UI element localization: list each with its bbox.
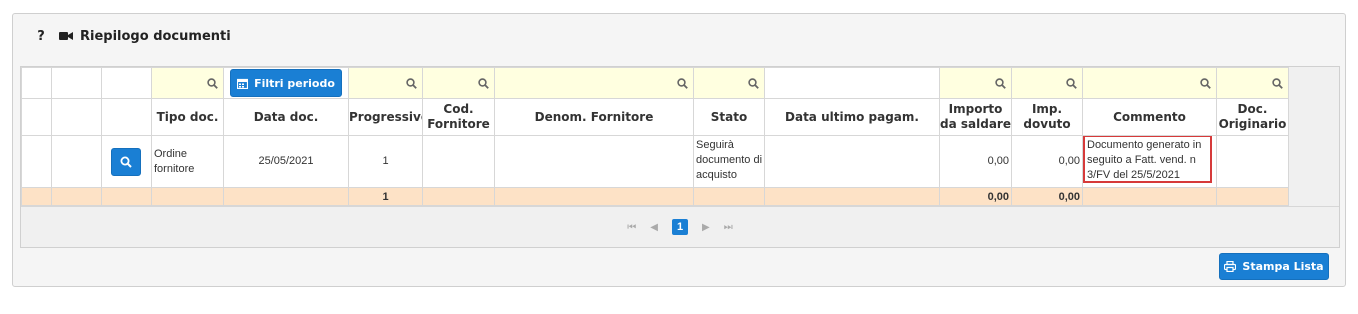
help-icon[interactable]: ? [35, 29, 47, 44]
filter-cell-empty [51, 67, 102, 99]
row-cell-empty [21, 135, 52, 188]
panel-title: Riepilogo documenti [80, 28, 231, 44]
last-page-button[interactable]: ⏭ [724, 222, 733, 233]
column-header-importo-da-saldare[interactable]: Importo da saldare [939, 98, 1012, 136]
magnifier-icon[interactable] [1272, 78, 1283, 90]
filter-importo-da-saldare[interactable] [939, 67, 1012, 99]
total-cell-empty [223, 187, 349, 206]
filter-commento[interactable] [1082, 67, 1217, 99]
pagination: ⏮ ◀ 1 ▶ ⏭ [21, 206, 1339, 247]
cell-doc-originario [1216, 135, 1289, 188]
filter-data-ultimo-pagam [764, 67, 940, 99]
next-page-button[interactable]: ▶ [702, 222, 710, 233]
total-cell-empty [693, 187, 765, 206]
cell-tipo-doc: Ordine fornitore [151, 135, 224, 188]
magnifier-icon[interactable] [677, 78, 688, 90]
cell-cod-fornitore [422, 135, 495, 188]
filter-cell-empty [101, 67, 152, 99]
prev-page-button[interactable]: ◀ [650, 222, 658, 233]
printer-icon [1224, 261, 1237, 272]
total-cell-empty [1216, 187, 1289, 206]
calendar-icon [237, 78, 249, 89]
cell-data-doc: 25/05/2021 [223, 135, 349, 188]
highlighted-comment: Documento generato in seguito a Fatt. ve… [1083, 136, 1212, 183]
view-document-button[interactable] [111, 147, 141, 176]
header-row: Tipo doc. Data doc. Progressivo Cod. For… [21, 98, 1289, 136]
total-cell-empty [151, 187, 224, 206]
cell-data-ultimo-pagam [764, 135, 940, 188]
column-header-progressivo[interactable]: Progressivo [348, 98, 423, 136]
cell-denom-fornitore [494, 135, 694, 188]
filter-progressivo[interactable] [348, 67, 423, 99]
magnifier-icon[interactable] [207, 78, 218, 90]
filter-doc-originario[interactable] [1216, 67, 1289, 99]
column-header-imp-dovuto[interactable]: Imp. dovuto [1011, 98, 1083, 136]
cell-progressivo: 1 [348, 135, 423, 188]
cell-imp-dovuto: 0,00 [1011, 135, 1083, 188]
total-cell-empty [764, 187, 940, 206]
total-cell-empty [494, 187, 694, 206]
filter-cod-fornitore[interactable] [422, 67, 495, 99]
filter-tipo-doc[interactable] [151, 67, 224, 99]
filter-period-button[interactable]: Filtri periodo [230, 69, 342, 97]
magnifier-icon[interactable] [478, 78, 489, 90]
column-header-denom-fornitore[interactable]: Denom. Fornitore [494, 98, 694, 136]
cell-stato: Seguirà documento di acquisto [693, 135, 765, 188]
filter-stato[interactable] [693, 67, 765, 99]
total-importo-da-saldare: 0,00 [939, 187, 1012, 206]
magnifier-icon[interactable] [995, 78, 1006, 90]
column-header-data-doc[interactable]: Data doc. [223, 98, 349, 136]
cell-importo-da-saldare: 0,00 [939, 135, 1012, 188]
print-list-button[interactable]: Stampa Lista [1219, 253, 1329, 280]
column-header-stato[interactable]: Stato [693, 98, 765, 136]
total-cell-empty [51, 187, 102, 206]
column-header-commento[interactable]: Commento [1082, 98, 1217, 136]
filter-period-label: Filtri periodo [254, 76, 335, 90]
magnifier-icon[interactable] [748, 78, 759, 90]
totals-row: 1 0,00 0,00 [21, 187, 1289, 206]
total-cell-empty [1082, 187, 1217, 206]
column-header-tipo-doc[interactable]: Tipo doc. [151, 98, 224, 136]
panel-header: ? Riepilogo documenti [13, 14, 1345, 58]
current-page[interactable]: 1 [672, 219, 688, 235]
first-page-button[interactable]: ⏮ [627, 222, 636, 233]
magnifier-icon[interactable] [1066, 78, 1077, 90]
table-row: Ordine fornitore 25/05/2021 1 Seguirà do… [21, 135, 1289, 188]
column-header-empty [101, 98, 152, 136]
total-progressivo: 1 [348, 187, 423, 206]
total-cell-empty [101, 187, 152, 206]
cell-commento: Documento generato in seguito a Fatt. ve… [1082, 135, 1217, 188]
magnifier-icon [120, 156, 132, 168]
magnifier-icon[interactable] [1200, 78, 1211, 90]
video-camera-icon [59, 31, 73, 41]
row-action-cell [101, 135, 152, 188]
column-header-empty [21, 98, 52, 136]
column-header-cod-fornitore[interactable]: Cod. Fornitore [422, 98, 495, 136]
documents-panel: ? Riepilogo documenti Filtri periodo Tip… [12, 13, 1346, 287]
filter-row: Filtri periodo [21, 67, 1289, 99]
total-cell-empty [21, 187, 52, 206]
total-imp-dovuto: 0,00 [1011, 187, 1083, 206]
documents-table-wrapper: Filtri periodo Tipo doc. Data doc. Progr… [20, 66, 1340, 248]
documents-table: Filtri periodo Tipo doc. Data doc. Progr… [21, 67, 1289, 206]
print-list-label: Stampa Lista [1242, 260, 1324, 273]
column-header-data-ultimo-pagam[interactable]: Data ultimo pagam. [764, 98, 940, 136]
row-cell-empty [51, 135, 102, 188]
filter-data-doc: Filtri periodo [223, 67, 349, 99]
column-header-doc-originario[interactable]: Doc. Originario [1216, 98, 1289, 136]
magnifier-icon[interactable] [406, 78, 417, 90]
filter-imp-dovuto[interactable] [1011, 67, 1083, 99]
filter-denom-fornitore[interactable] [494, 67, 694, 99]
filter-cell-empty [21, 67, 52, 99]
total-cell-empty [422, 187, 495, 206]
column-header-empty [51, 98, 102, 136]
